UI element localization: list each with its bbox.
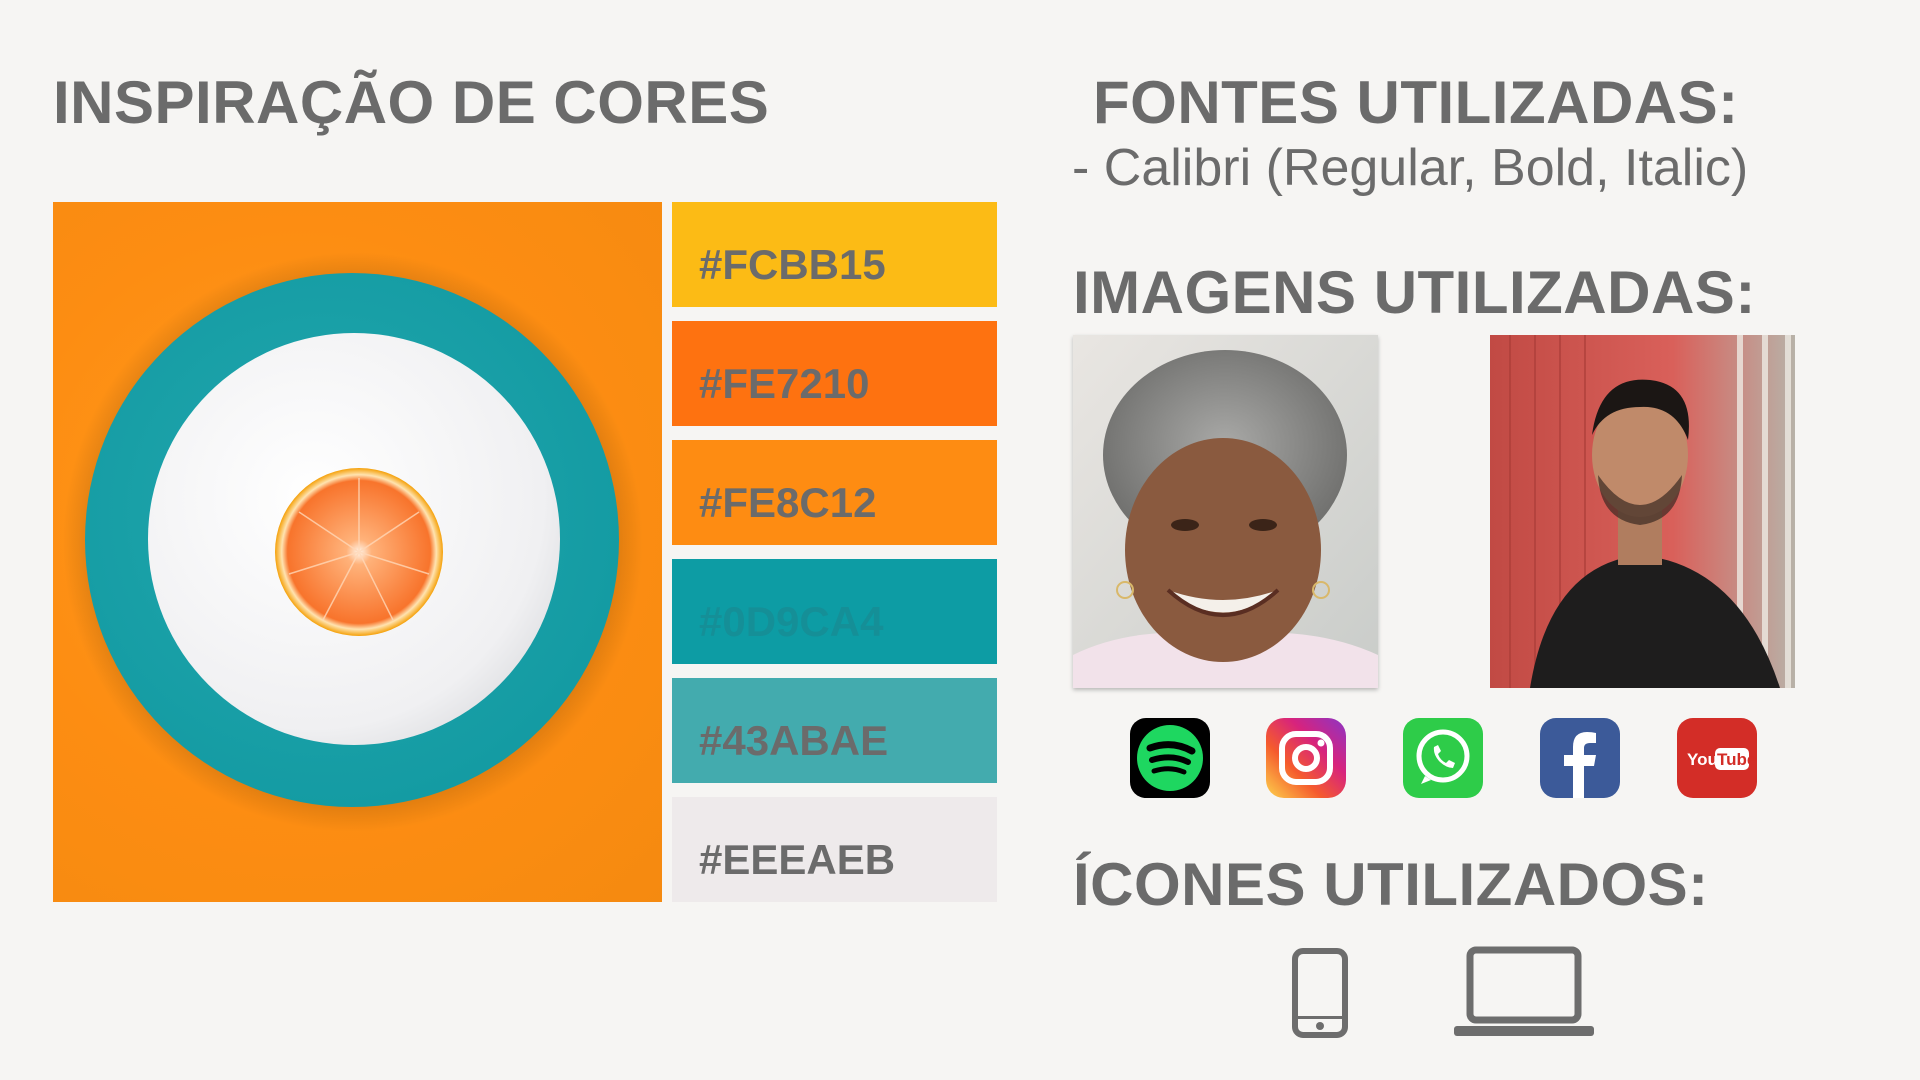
smartphone-icon	[1292, 948, 1348, 1043]
facebook-icon	[1540, 718, 1620, 798]
laptop-icon	[1454, 946, 1594, 1043]
swatch-fe7210: #FE7210	[672, 321, 997, 426]
youtube-tube-text: Tube	[1717, 750, 1756, 769]
swatch-label: #FE7210	[699, 360, 870, 407]
swatch-fe8c12: #FE8C12	[672, 440, 997, 545]
swatch-43abae: #43ABAE	[672, 678, 997, 783]
fonts-title: FONTES UTILIZADAS:	[1093, 69, 1739, 136]
swatch-0d9ca4: #0D9CA4	[672, 559, 997, 664]
youtube-icon: You Tube	[1677, 718, 1757, 798]
icons-title: ÍCONES UTILIZADOS:	[1073, 851, 1709, 918]
swatch-eeeaeb: #EEEAEB	[672, 797, 997, 902]
swatch-fcbb15: #FCBB15	[672, 202, 997, 307]
images-title: IMAGENS UTILIZADAS:	[1073, 259, 1756, 326]
swatch-label: #EEEAEB	[699, 836, 896, 883]
instagram-icon	[1266, 718, 1346, 798]
whatsapp-icon	[1403, 718, 1483, 798]
swatch-label: #43ABAE	[699, 717, 889, 764]
photo-young-man	[1490, 335, 1795, 688]
fonts-list: - Calibri (Regular, Bold, Italic)	[1072, 139, 1749, 197]
spotify-icon	[1130, 718, 1210, 798]
swatch-label: #FE8C12	[699, 479, 877, 526]
photo-elderly-woman	[1073, 335, 1378, 688]
inspiration-title: INSPIRAÇÃO DE CORES	[53, 69, 770, 136]
swatch-label: #FCBB15	[699, 241, 886, 288]
youtube-you-text: You	[1687, 750, 1718, 769]
color-inspiration-image	[53, 202, 662, 902]
swatch-label: #0D9CA4	[699, 598, 884, 645]
